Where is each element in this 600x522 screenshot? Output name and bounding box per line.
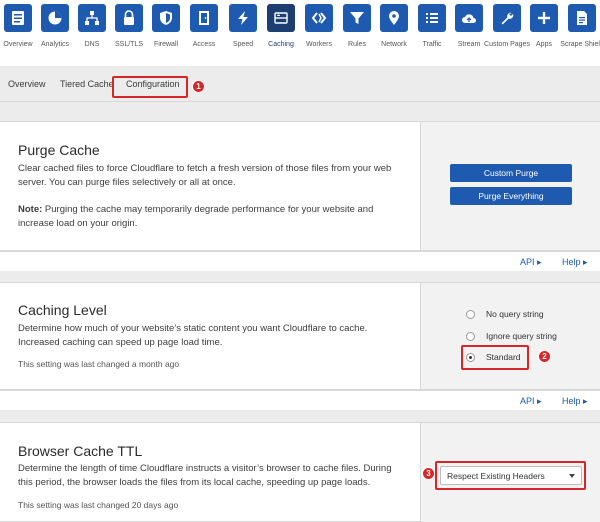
bulleted-list-icon [418, 4, 446, 32]
card-note: Note: Purging the cache may temporarily … [18, 203, 403, 231]
last-changed-text: This setting was last changed 20 days ag… [18, 500, 179, 510]
nav-workers[interactable]: Workers [301, 0, 337, 66]
sitemap-icon [78, 4, 106, 32]
nav-caching[interactable]: Caching [263, 0, 299, 66]
radio-label: No query string [486, 309, 544, 319]
cloud-upload-icon [455, 4, 483, 32]
help-link[interactable]: Help ▸ [562, 396, 588, 407]
tab-overview[interactable]: Overview [8, 79, 46, 89]
card-title: Browser Cache TTL [18, 443, 143, 459]
custom-purge-button[interactable]: Custom Purge [450, 164, 572, 182]
card-main: Browser Cache TTL Determine the length o… [0, 423, 420, 522]
card-title: Caching Level [18, 302, 107, 318]
filter-icon [343, 4, 371, 32]
radio-ignore-query-string[interactable]: Ignore query string [466, 329, 557, 343]
highlight-configuration [112, 76, 188, 98]
help-link[interactable]: Help ▸ [562, 257, 588, 268]
nav-stream[interactable]: Stream [451, 0, 487, 66]
highlight-standard [461, 345, 529, 370]
card-title: Purge Cache [18, 142, 100, 158]
nav-access[interactable]: Access [186, 0, 222, 66]
radio-no-query-string[interactable]: No query string [466, 307, 544, 321]
nav-speed[interactable]: Speed [225, 0, 261, 66]
chevrons-icon [305, 4, 333, 32]
lightning-icon [229, 4, 257, 32]
purge-cache-card: Purge Cache Clear cached files to force … [0, 121, 600, 251]
card-main: Purge Cache Clear cached files to force … [0, 122, 420, 250]
nav-network[interactable]: Network [376, 0, 412, 66]
subtab-bar: Overview Tiered Cache Configuration [0, 66, 600, 102]
radio-button[interactable] [466, 309, 475, 319]
document-icon [568, 4, 596, 32]
plus-icon [530, 4, 558, 32]
purge-everything-button[interactable]: Purge Everything [450, 187, 572, 205]
server-icon [267, 4, 295, 32]
radio-label: Ignore query string [486, 331, 557, 341]
nav-dns[interactable]: DNS [74, 0, 110, 66]
card-main: Caching Level Determine how much of your… [0, 283, 420, 389]
location-pin-icon [380, 4, 408, 32]
nav-overview[interactable]: Overview [0, 0, 36, 66]
purge-card-footer: API ▸ Help ▸ [0, 251, 600, 271]
tab-tiered-cache[interactable]: Tiered Cache [60, 79, 114, 89]
caching-level-footer: API ▸ Help ▸ [0, 390, 600, 410]
api-link[interactable]: API ▸ [520, 257, 542, 268]
nav-label: Scrape Shield [560, 41, 600, 48]
nav-firewall[interactable]: Firewall [148, 0, 184, 66]
wrench-icon [493, 4, 521, 32]
nav-rules[interactable]: Rules [339, 0, 375, 66]
list-icon [4, 4, 32, 32]
shield-icon [152, 4, 180, 32]
nav-custom-pages[interactable]: Custom Pages [484, 0, 530, 66]
step-badge-1: 1 [192, 80, 205, 93]
card-side [420, 122, 600, 250]
highlight-ttl-select [435, 461, 586, 490]
door-icon [190, 4, 218, 32]
card-description: Determine how much of your website’s sta… [18, 323, 368, 348]
step-badge-3: 3 [422, 467, 435, 480]
nav-analytics[interactable]: Analytics [37, 0, 73, 66]
nav-scrape-shield[interactable]: Scrape Shield [560, 0, 600, 66]
nav-ssl-tls[interactable]: SSL/TLS [111, 0, 147, 66]
step-badge-2: 2 [538, 350, 551, 363]
radio-button[interactable] [466, 331, 475, 341]
note-label: Note: [18, 204, 43, 215]
nav-traffic[interactable]: Traffic [414, 0, 450, 66]
last-changed-text: This setting was last changed a month ag… [18, 359, 180, 369]
card-description: Determine the length of time Cloudflare … [18, 463, 392, 488]
card-description: Clear cached files to force Cloudflare t… [18, 163, 392, 188]
nav-apps[interactable]: Apps [526, 0, 562, 66]
pie-chart-icon [41, 4, 69, 32]
top-navigation: Overview Analytics DNS SSL/TLS Firewall … [0, 0, 600, 66]
lock-icon [115, 4, 143, 32]
api-link[interactable]: API ▸ [520, 396, 542, 407]
note-text: Purging the cache may temporarily degrad… [18, 204, 374, 229]
